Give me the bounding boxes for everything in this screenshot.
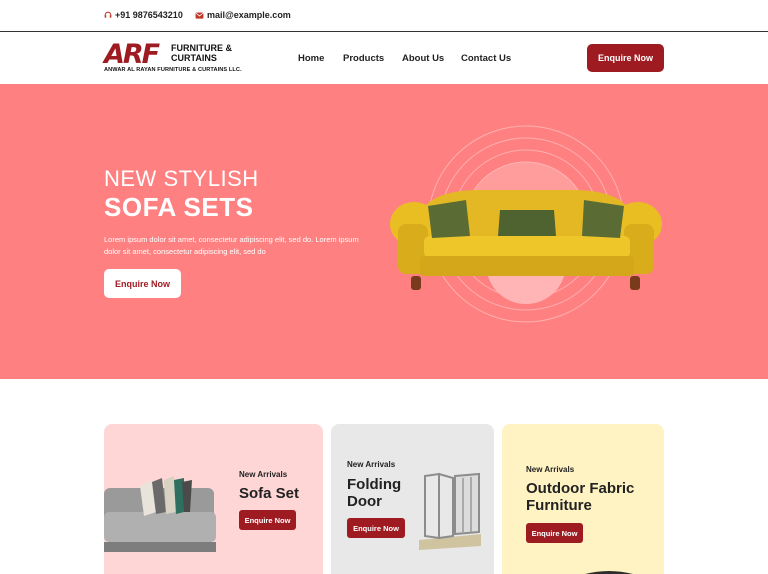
card-title: Folding Door [347, 476, 402, 510]
logo-line-1: FURNITURE & [171, 43, 232, 53]
card-title: Sofa Set [239, 485, 300, 502]
email-contact[interactable]: mail@example.com [195, 10, 291, 20]
card-enquire-button[interactable]: Enquire Now [347, 518, 405, 538]
hero-banner: NEW STYLISH SOFA SETS Lorem ipsum dolor … [0, 84, 768, 379]
nav-contact-us[interactable]: Contact Us [461, 53, 511, 64]
nav-products[interactable]: Products [343, 53, 384, 64]
card-kicker: New Arrivals [526, 465, 575, 474]
enquire-now-button[interactable]: Enquire Now [587, 44, 664, 72]
product-card-folding-door[interactable]: New Arrivals Folding Door Enquire Now [331, 424, 494, 574]
nav-about-us[interactable]: About Us [402, 53, 444, 64]
email-address: mail@example.com [207, 10, 291, 20]
grey-sofa-image [104, 476, 216, 552]
headset-icon [104, 11, 112, 18]
card-kicker: New Arrivals [239, 470, 288, 479]
main-navbar: ARF FURNITURE & CURTAINS ANWAR AL RAYAN … [0, 32, 768, 84]
top-contact-bar: +91 9876543210 mail@example.com [0, 0, 768, 32]
card-kicker: New Arrivals [347, 460, 396, 469]
card-enquire-button[interactable]: Enquire Now [526, 523, 583, 543]
phone-number: +91 9876543210 [115, 10, 183, 20]
hero-heading-line-1: NEW STYLISH [104, 166, 259, 191]
product-card-sofa-set[interactable]: New Arrivals Sofa Set Enquire Now [104, 424, 323, 574]
outdoor-chair-image [585, 571, 633, 574]
phone-contact[interactable]: +91 9876543210 [104, 10, 183, 20]
hero-description: Lorem ipsum dolor sit amet, consectetur … [104, 235, 359, 256]
hero-heading-line-2: SOFA SETS [104, 192, 254, 222]
mail-icon [195, 11, 204, 19]
yellow-sofa-image [390, 125, 662, 323]
card-enquire-button[interactable]: Enquire Now [239, 510, 296, 530]
brand-logo[interactable]: ARF FURNITURE & CURTAINS ANWAR AL RAYAN … [104, 39, 242, 76]
logo-line-2: CURTAINS [171, 53, 217, 63]
logo-mark: ARF [104, 39, 160, 70]
logo-tagline: ANWAR AL RAYAN FURNITURE & CURTAINS LLC. [104, 67, 242, 73]
hero-enquire-button[interactable]: Enquire Now [104, 269, 181, 298]
nav-home[interactable]: Home [298, 53, 324, 64]
card-title: Outdoor Fabric Furniture [526, 480, 635, 514]
folding-door-image [419, 472, 481, 550]
product-card-outdoor-fabric-furniture[interactable]: New Arrivals Outdoor Fabric Furniture En… [502, 424, 664, 574]
